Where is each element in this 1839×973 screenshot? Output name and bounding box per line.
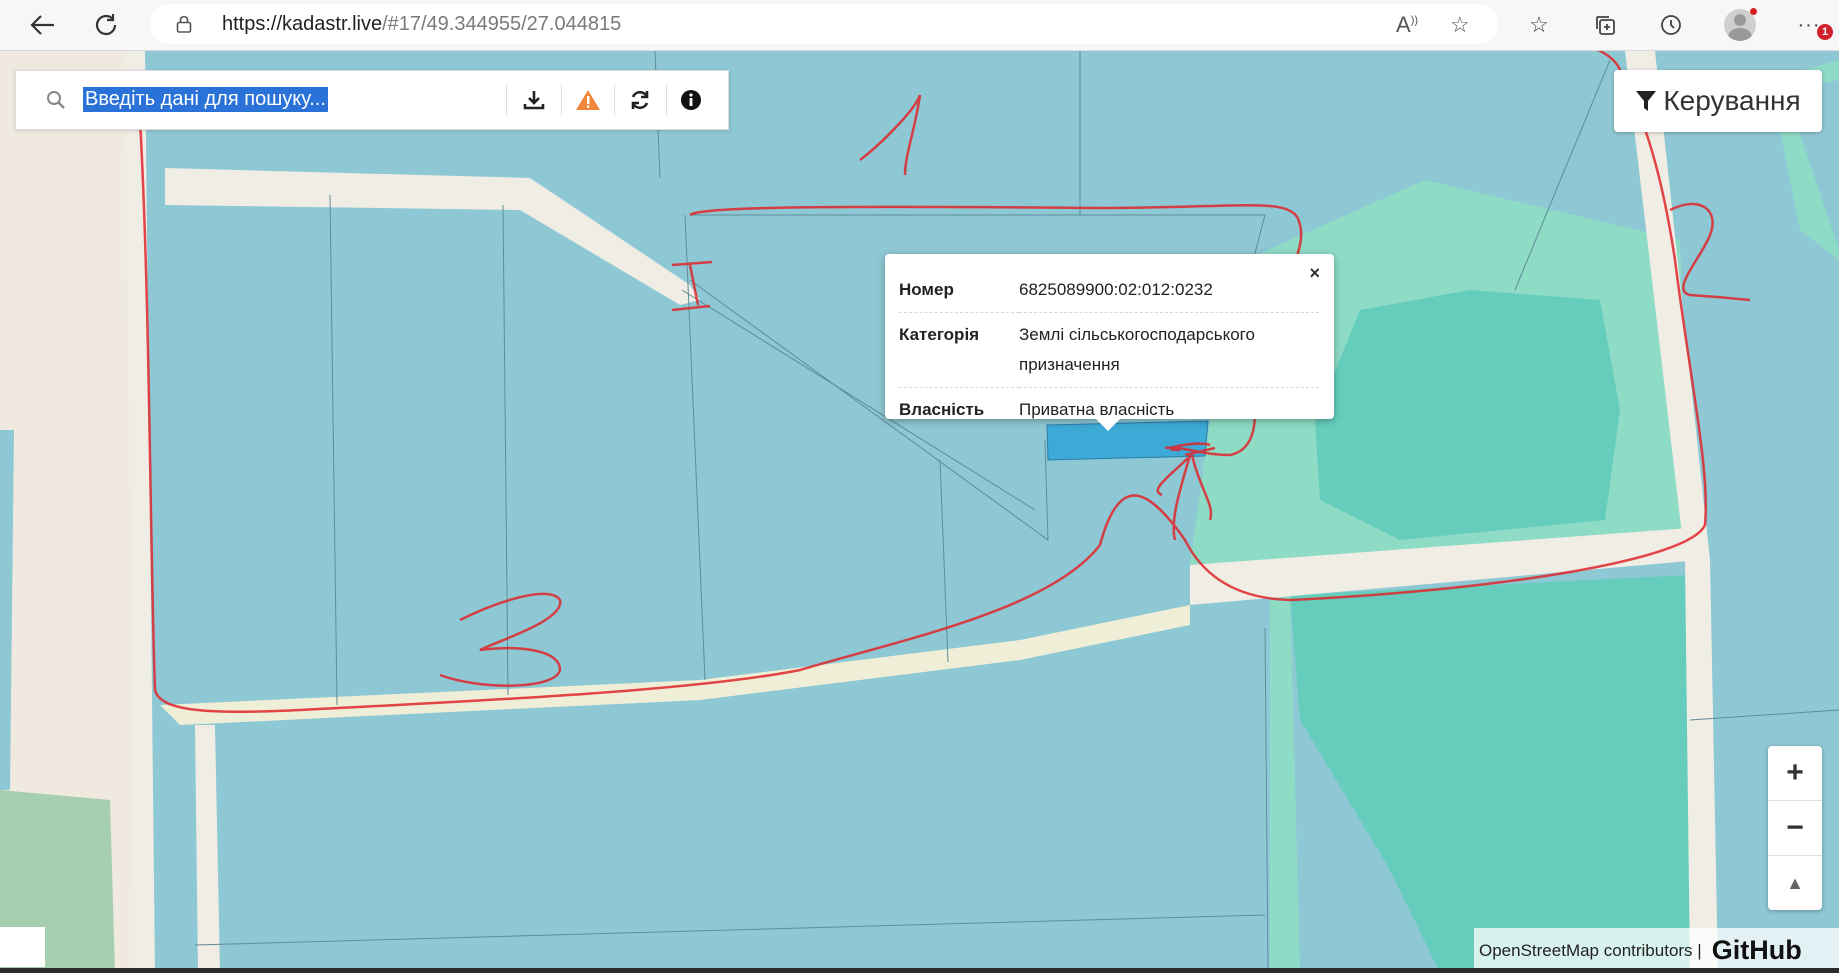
table-row: Власність Приватна власність	[899, 388, 1319, 433]
zoom-out-button[interactable]: −	[1768, 801, 1822, 856]
back-button[interactable]	[24, 8, 60, 42]
url-path: /#17/49.344955/27.044815	[382, 13, 622, 35]
profile-status-dot	[1750, 8, 1757, 15]
toolbar-divider	[666, 85, 667, 115]
favorites-icon[interactable]: ☆	[1524, 10, 1554, 40]
reset-north-button[interactable]: ▲	[1768, 856, 1822, 910]
zoom-in-button[interactable]: +	[1768, 746, 1822, 801]
search-bar: Введіть дані для пошуку...	[15, 70, 729, 130]
info-icon	[681, 90, 701, 110]
browser-toolbar: https://kadastr.live/#17/49.344955/27.04…	[0, 0, 1839, 51]
toolbar-divider	[506, 85, 507, 115]
back-arrow-icon	[30, 15, 54, 35]
download-button[interactable]	[514, 80, 554, 120]
map-attribution: OpenStreetMap contributors | GitHub	[1474, 928, 1839, 973]
row-key: Власність	[899, 400, 985, 419]
history-icon[interactable]	[1656, 10, 1686, 40]
search-input[interactable]: Введіть дані для пошуку...	[83, 87, 328, 112]
osm-attribution-link[interactable]: OpenStreetMap contributors |	[1479, 941, 1702, 961]
map-canvas[interactable]	[0, 51, 1839, 973]
download-icon	[523, 91, 545, 110]
toolbar-divider	[614, 85, 615, 115]
refresh-button[interactable]	[620, 80, 660, 120]
table-row: Категорія Землі сільськогосподарського п…	[899, 312, 1319, 388]
address-bar[interactable]: https://kadastr.live/#17/49.344955/27.04…	[150, 4, 1498, 44]
map-layer[interactable]	[0, 51, 1839, 973]
notification-badge: 1	[1817, 24, 1833, 40]
add-favorite-icon[interactable]: ☆	[1450, 12, 1470, 38]
row-value: Приватна власність	[1019, 400, 1175, 419]
warning-icon	[576, 90, 600, 110]
reload-button[interactable]	[88, 8, 124, 42]
search-icon	[47, 91, 65, 109]
read-aloud-icon[interactable]: A))	[1396, 12, 1418, 38]
row-key: Номер	[899, 268, 1019, 313]
control-button-label: Керування	[1663, 85, 1801, 116]
parcel-popup: × Номер 6825089900:02:012:0232 Категорія…	[885, 254, 1334, 431]
refresh-icon	[631, 90, 649, 110]
parcel-info-table: Номер 6825089900:02:012:0232 Категорія З…	[899, 268, 1319, 432]
control-button[interactable]: Керування	[1614, 70, 1822, 132]
filter-icon	[1636, 91, 1657, 111]
collections-icon[interactable]	[1590, 10, 1620, 40]
toolbar-divider	[561, 85, 562, 115]
lock-icon	[176, 15, 192, 33]
address-url[interactable]: https://kadastr.live/#17/49.344955/27.04…	[222, 13, 621, 36]
reload-icon	[95, 14, 117, 36]
row-value: Землі сільськогосподарського призначення	[1019, 312, 1319, 388]
github-link[interactable]: GitHub	[1712, 935, 1802, 966]
map-corner-panel	[0, 927, 45, 967]
table-row: Номер 6825089900:02:012:0232	[899, 268, 1319, 313]
url-host: https://kadastr.live	[222, 13, 383, 35]
row-key: Категорія	[899, 312, 1019, 388]
zoom-control: + − ▲	[1768, 746, 1822, 910]
warning-button[interactable]	[568, 80, 608, 120]
info-button[interactable]	[671, 80, 711, 120]
bottom-border	[0, 968, 1839, 973]
row-value: 6825089900:02:012:0232	[1019, 268, 1319, 313]
